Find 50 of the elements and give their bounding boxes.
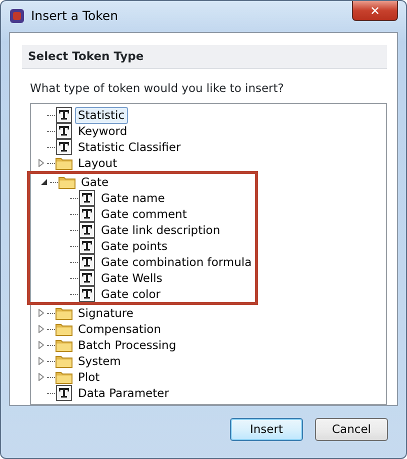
app-icon	[9, 8, 25, 24]
tree-item[interactable]: Gate link description	[98, 222, 224, 239]
token-icon	[55, 385, 73, 402]
expand-icon[interactable]	[37, 325, 45, 334]
expand-icon[interactable]	[37, 341, 45, 350]
tree-item[interactable]: Keyword	[75, 122, 130, 140]
tree-item[interactable]: Compensation	[75, 320, 164, 338]
tree-item[interactable]: Gate Wells	[98, 270, 166, 287]
tree-item[interactable]: Gate combination formula	[98, 254, 255, 271]
expand-icon[interactable]	[37, 309, 45, 318]
token-icon	[78, 286, 96, 302]
tree-item[interactable]: Statistic Classifier	[75, 138, 184, 156]
expand-icon[interactable]	[37, 373, 45, 382]
tree-item[interactable]: Layout	[75, 154, 120, 172]
dialog-button[interactable]: Insert	[230, 418, 303, 442]
token-icon	[55, 107, 73, 124]
token-icon	[55, 139, 73, 156]
tree-item[interactable]: Signature	[75, 304, 136, 322]
token-icon	[78, 270, 96, 286]
folder-icon	[55, 369, 73, 386]
tree-item[interactable]: Gate comment	[98, 206, 190, 223]
tree-item[interactable]: Data Parameter	[75, 384, 172, 402]
window-title: Insert a Token	[31, 7, 118, 25]
tree-item[interactable]: Gate	[78, 174, 112, 191]
folder-icon	[55, 337, 73, 354]
tree-item[interactable]: Gate points	[98, 238, 171, 255]
close-button[interactable]: ✕	[352, 1, 398, 22]
tree-item[interactable]: Batch Processing	[75, 336, 180, 354]
tree-item[interactable]: Plot	[75, 368, 103, 386]
token-icon	[55, 123, 73, 140]
tree-item[interactable]: Gate color	[98, 286, 164, 303]
expand-icon[interactable]	[37, 159, 45, 168]
folder-icon	[55, 305, 73, 322]
folder-icon	[58, 174, 76, 190]
token-icon	[78, 190, 96, 206]
expand-icon[interactable]	[37, 357, 45, 366]
token-icon	[78, 206, 96, 222]
token-icon	[78, 222, 96, 238]
token-icon	[78, 254, 96, 270]
folder-icon	[55, 353, 73, 370]
collapse-icon[interactable]	[40, 178, 48, 186]
folder-icon	[55, 321, 73, 338]
tree-item[interactable]: Gate name	[98, 190, 168, 207]
dialog-button[interactable]: Cancel	[315, 418, 388, 442]
tree-item[interactable]: System	[75, 352, 124, 370]
folder-icon	[55, 155, 73, 172]
prompt-text: What type of token would you like to insert?	[30, 80, 285, 97]
token-icon	[78, 238, 96, 254]
section-header: Select Token Type	[22, 44, 387, 69]
tree-item[interactable]: Statistic	[75, 106, 128, 124]
